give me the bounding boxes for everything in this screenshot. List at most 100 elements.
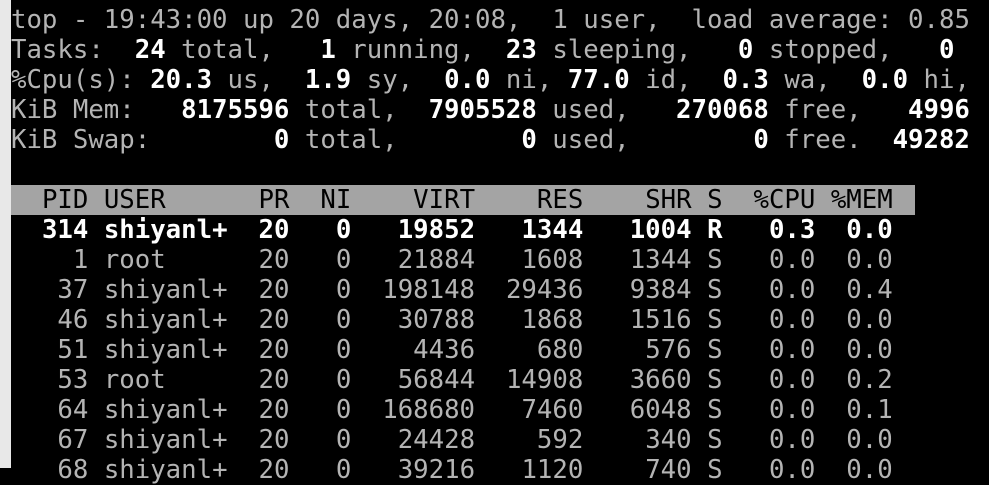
cell-res: 1344 bbox=[521, 215, 584, 245]
cell-pid: 46 bbox=[57, 305, 89, 335]
summary-mem-line: KiB Mem: 8175596 total, 7905528 used, 27… bbox=[11, 95, 989, 125]
cell-pct-mem: 0.2 bbox=[846, 365, 893, 395]
cell-pct-cpu: 0.0 bbox=[768, 455, 816, 485]
cell-shr: 576 bbox=[645, 335, 692, 365]
cell-ni: 0 bbox=[335, 455, 352, 485]
cell-shr: 340 bbox=[645, 425, 692, 455]
summary-value: 1.9 bbox=[304, 65, 352, 95]
cell-pct-cpu: %CPU bbox=[753, 185, 816, 215]
cell-user: root bbox=[103, 245, 166, 275]
cell-pid: 314 bbox=[41, 215, 89, 245]
cell-pid: 64 bbox=[57, 395, 89, 425]
cell-res: 1608 bbox=[521, 245, 584, 275]
cell-res: 14908 bbox=[505, 365, 584, 395]
summary-label: free, bbox=[768, 95, 909, 125]
cell-res: 1868 bbox=[521, 305, 584, 335]
cell-pct-mem: 0.0 bbox=[846, 215, 893, 245]
window-edge bbox=[0, 0, 11, 468]
summary-swap-line: KiB Swap: 0 total, 0 used, 0 free. 49282 bbox=[11, 125, 989, 155]
summary-label: 20 days, 20:08 bbox=[289, 5, 506, 35]
summary-label: , bbox=[505, 5, 553, 35]
cell-virt: 39216 bbox=[397, 455, 476, 485]
process-row: 64 shiyanl+ 20 0 168680 7460 6048 S 0.0 … bbox=[11, 395, 989, 425]
cell-pr: 20 bbox=[258, 335, 290, 365]
cell-s: S bbox=[707, 395, 723, 425]
cell-pr: PR bbox=[258, 185, 290, 215]
summary-value: 0 bbox=[753, 125, 769, 155]
process-row: 67 shiyanl+ 20 0 24428 592 340 S 0.0 0.0 bbox=[11, 425, 989, 455]
summary-value: 20.3 bbox=[150, 65, 213, 95]
cell-pid: 67 bbox=[57, 425, 89, 455]
summary-label: 19:43:00 bbox=[103, 5, 228, 35]
cell-virt: 56844 bbox=[397, 365, 476, 395]
cell-pr: 20 bbox=[258, 275, 290, 305]
cell-virt: 24428 bbox=[397, 425, 476, 455]
summary-value: 7905528 bbox=[428, 95, 537, 125]
process-row: 51 shiyanl+ 20 0 4436 680 576 S 0.0 0.0 bbox=[11, 335, 989, 365]
cell-virt: 4436 bbox=[413, 335, 476, 365]
cell-pct-cpu: 0.0 bbox=[768, 335, 816, 365]
summary-label: id, bbox=[629, 65, 723, 95]
summary-value: 49282 bbox=[892, 125, 970, 155]
cell-res: 592 bbox=[536, 425, 584, 455]
summary-tasks-line: Tasks: 24 total, 1 running, 23 sleeping,… bbox=[11, 35, 989, 65]
summary-label: running, bbox=[335, 35, 506, 65]
cell-virt: 30788 bbox=[397, 305, 476, 335]
cell-shr: 1516 bbox=[629, 305, 692, 335]
cell-s: S bbox=[707, 425, 723, 455]
summary-cpu-line: %Cpu(s): 20.3 us, 1.9 sy, 0.0 ni, 77.0 i… bbox=[11, 65, 989, 95]
process-table-header[interactable]: PID USER PR NI VIRT RES SHR S %CPU %MEM bbox=[11, 185, 915, 215]
cell-pr: 20 bbox=[258, 305, 290, 335]
cell-user: shiyanl+ bbox=[103, 305, 228, 335]
cell-pr: 20 bbox=[258, 425, 290, 455]
summary-label: KiB Mem: bbox=[11, 95, 182, 125]
summary-value: 4996 bbox=[908, 95, 970, 125]
summary-value: 270068 bbox=[676, 95, 769, 125]
summary-value: 0.0 bbox=[444, 65, 491, 95]
summary-label: wa, bbox=[768, 65, 862, 95]
summary-label: used, bbox=[536, 95, 677, 125]
cell-virt: 168680 bbox=[382, 395, 476, 425]
cell-s: S bbox=[707, 245, 723, 275]
cell-pct-cpu: 0.0 bbox=[768, 305, 816, 335]
process-row: 314 shiyanl+ 20 0 19852 1344 1004 R 0.3 … bbox=[11, 215, 989, 245]
summary-label: 1 user bbox=[552, 5, 646, 35]
summary-label: total, bbox=[289, 125, 522, 155]
cell-pct-mem: 0.0 bbox=[846, 305, 893, 335]
cell-pct-cpu: 0.0 bbox=[768, 395, 816, 425]
cell-ni: NI bbox=[320, 185, 352, 215]
summary-label: , load average: bbox=[645, 5, 909, 35]
cell-pct-mem: %MEM bbox=[830, 185, 893, 215]
process-row: 68 shiyanl+ 20 0 39216 1120 740 S 0.0 0.… bbox=[11, 455, 989, 485]
summary-label: %Cpu(s): bbox=[11, 65, 151, 95]
cell-pr: 20 bbox=[258, 395, 290, 425]
cell-ni: 0 bbox=[335, 215, 352, 245]
cell-s: S bbox=[707, 335, 723, 365]
process-row: 37 shiyanl+ 20 0 198148 29436 9384 S 0.0… bbox=[11, 275, 989, 305]
summary-label: top - bbox=[11, 5, 104, 35]
cell-virt: 19852 bbox=[397, 215, 476, 245]
cell-shr: 9384 bbox=[629, 275, 692, 305]
cell-pct-mem: 0.0 bbox=[846, 335, 893, 365]
cell-pct-cpu: 0.0 bbox=[768, 425, 816, 455]
cell-ni: 0 bbox=[335, 305, 352, 335]
summary-value: 0.0 bbox=[861, 65, 909, 95]
cell-pct-cpu: 0.0 bbox=[768, 275, 816, 305]
cell-pct-mem: 0.1 bbox=[846, 395, 893, 425]
summary-label: sy, bbox=[351, 65, 445, 95]
process-row: 1 root 20 0 21884 1608 1344 S 0.0 0.0 bbox=[11, 245, 989, 275]
cell-user: USER bbox=[103, 185, 166, 215]
summary-label: hi, bbox=[908, 65, 970, 95]
terminal-top-output[interactable]: top - 19:43:00 up 20 days, 20:08, 1 user… bbox=[11, 5, 989, 485]
summary-value: 0.3 bbox=[722, 65, 769, 95]
cell-ni: 0 bbox=[335, 245, 352, 275]
cell-res: 1120 bbox=[521, 455, 584, 485]
cell-shr: 740 bbox=[645, 455, 692, 485]
cell-s: R bbox=[707, 215, 723, 245]
process-row: 46 shiyanl+ 20 0 30788 1868 1516 S 0.0 0… bbox=[11, 305, 989, 335]
cell-shr: SHR bbox=[645, 185, 692, 215]
cell-pr: 20 bbox=[258, 365, 290, 395]
summary-value: 23 bbox=[505, 35, 537, 65]
cell-ni: 0 bbox=[335, 425, 352, 455]
